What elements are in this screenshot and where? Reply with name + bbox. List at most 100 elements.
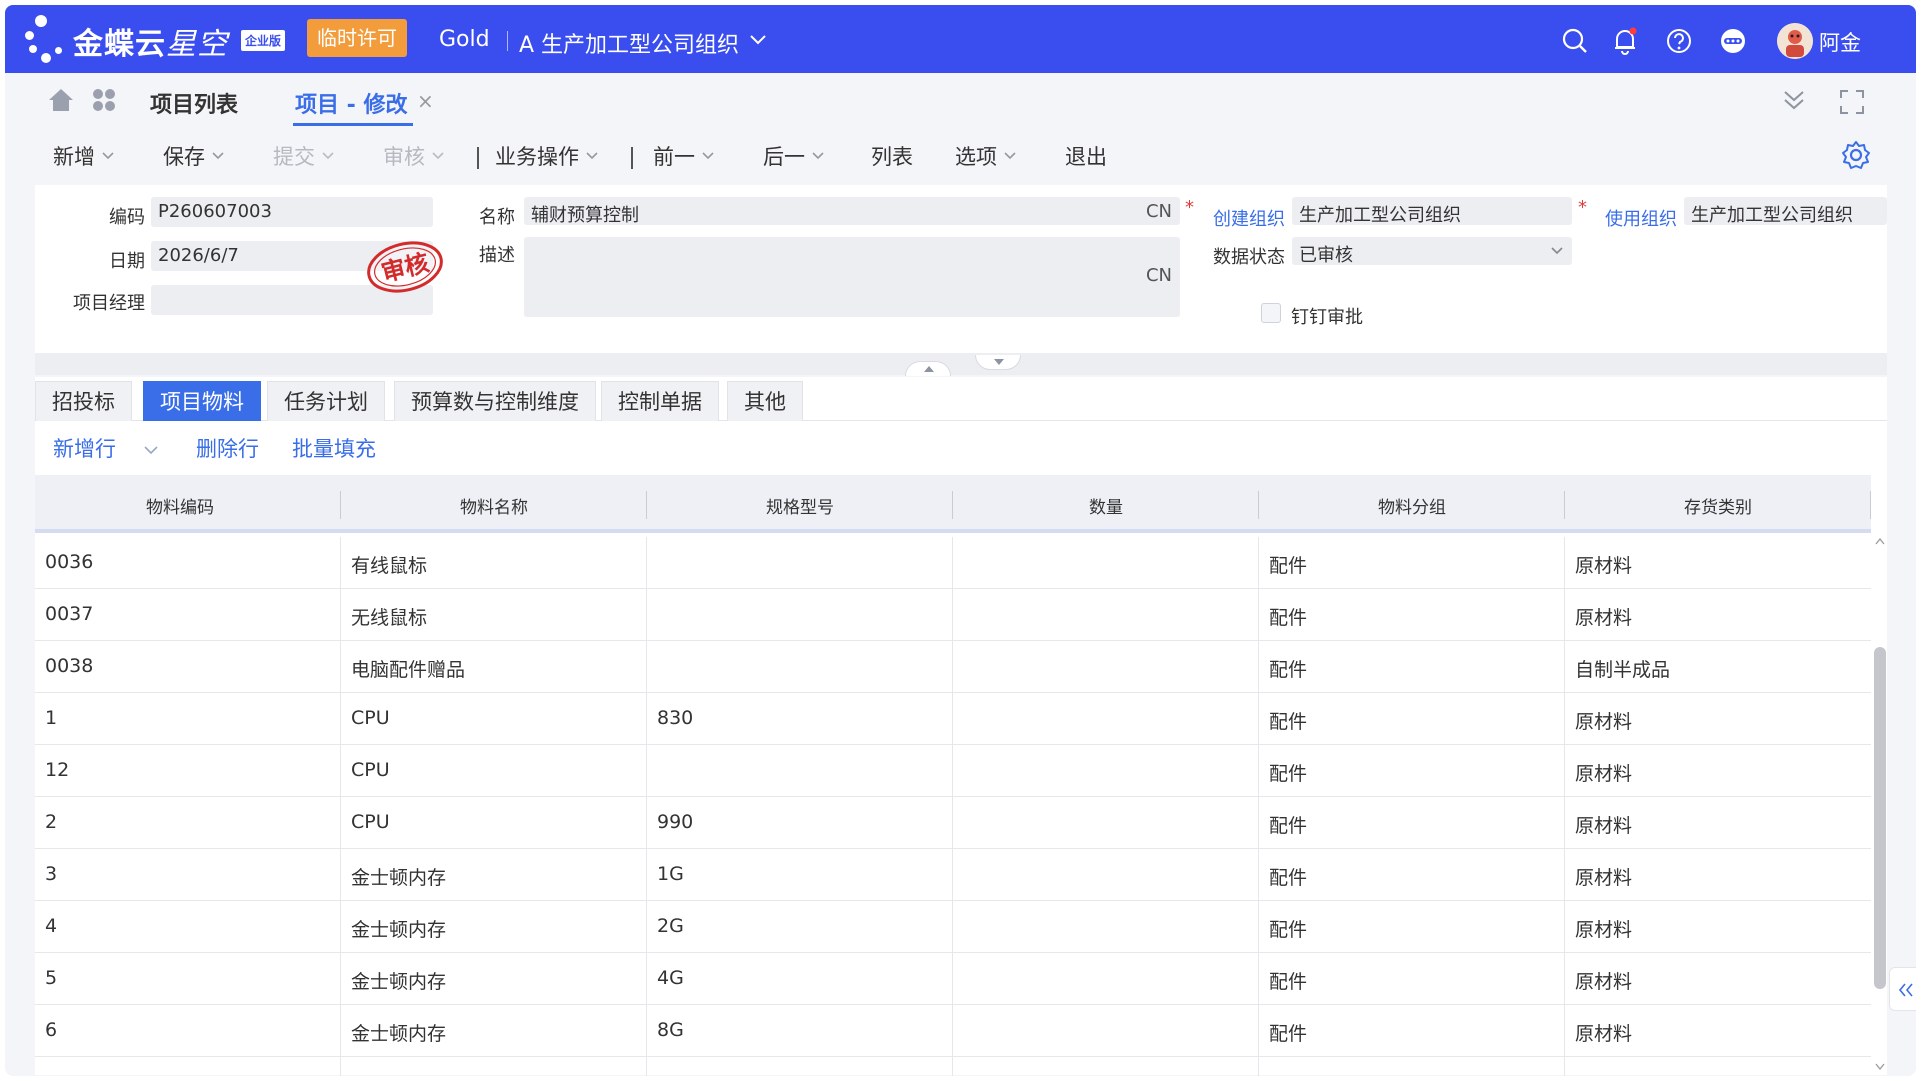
scrollbar-thumb[interactable] bbox=[1874, 647, 1886, 989]
description-field[interactable]: CN bbox=[524, 237, 1180, 317]
apps-icon[interactable] bbox=[91, 87, 117, 113]
tab-project-list[interactable]: 项目列表 bbox=[150, 87, 238, 119]
spec-cell[interactable]: 8G bbox=[657, 1019, 684, 1041]
column-header[interactable]: 存货类别 bbox=[1565, 493, 1871, 518]
previous-button[interactable]: 前一 bbox=[653, 141, 715, 171]
inventory-category-cell[interactable]: 原材料 bbox=[1575, 707, 1632, 734]
user-name[interactable]: 阿金 bbox=[1819, 27, 1861, 57]
save-button[interactable]: 保存 bbox=[163, 141, 225, 171]
inventory-category-cell[interactable]: 原材料 bbox=[1575, 915, 1632, 942]
material-group-cell[interactable]: 配件 bbox=[1269, 759, 1307, 786]
column-header[interactable]: 物料编码 bbox=[35, 493, 325, 518]
search-icon[interactable] bbox=[1561, 27, 1589, 55]
material-group-cell[interactable]: 配件 bbox=[1269, 811, 1307, 838]
chevron-down-icon[interactable] bbox=[143, 443, 159, 457]
tab-project-edit[interactable]: 项目 - 修改 bbox=[295, 87, 407, 119]
spec-cell[interactable]: 2G bbox=[657, 915, 684, 937]
table-row[interactable]: 0036 有线鼠标 配件 原材料 bbox=[35, 537, 1871, 589]
more-icon[interactable] bbox=[1719, 27, 1747, 55]
material-code-cell[interactable]: 2 bbox=[45, 811, 57, 833]
collapse-up-button[interactable] bbox=[905, 361, 951, 376]
material-group-cell[interactable]: 配件 bbox=[1269, 863, 1307, 890]
material-code-cell[interactable]: 1 bbox=[45, 707, 57, 729]
material-group-cell[interactable]: 配件 bbox=[1269, 603, 1307, 630]
language-tag[interactable]: CN bbox=[1146, 265, 1172, 286]
material-code-cell[interactable]: 3 bbox=[45, 863, 57, 885]
material-group-cell[interactable]: 配件 bbox=[1269, 551, 1307, 578]
inventory-category-cell[interactable]: 自制半成品 bbox=[1575, 655, 1670, 682]
business-operations-button[interactable]: 业务操作 bbox=[495, 141, 599, 171]
audit-button[interactable]: 审核 bbox=[383, 141, 445, 171]
tab-other[interactable]: 其他 bbox=[727, 381, 803, 421]
tab-control-documents[interactable]: 控制单据 bbox=[601, 381, 719, 421]
material-name-cell[interactable]: CPU bbox=[351, 811, 390, 833]
submit-button[interactable]: 提交 bbox=[273, 141, 335, 171]
spec-cell[interactable]: 990 bbox=[657, 811, 693, 833]
name-field[interactable]: 辅财预算控制 CN bbox=[524, 197, 1180, 226]
material-name-cell[interactable]: CPU bbox=[351, 707, 390, 729]
table-row[interactable]: 1 CPU 830 配件 原材料 bbox=[35, 693, 1871, 745]
material-code-cell[interactable]: 5 bbox=[45, 967, 57, 989]
material-name-cell[interactable]: 有线鼠标 bbox=[351, 551, 427, 578]
spec-cell[interactable]: 830 bbox=[657, 707, 693, 729]
inventory-category-cell[interactable]: 原材料 bbox=[1575, 1019, 1632, 1046]
material-group-cell[interactable]: 配件 bbox=[1269, 967, 1307, 994]
close-icon[interactable]: × bbox=[417, 89, 434, 113]
material-code-cell[interactable]: 12 bbox=[45, 759, 69, 781]
add-row-button[interactable]: 新增行 bbox=[53, 433, 116, 463]
column-header[interactable]: 规格型号 bbox=[647, 493, 953, 518]
tab-bidding[interactable]: 招投标 bbox=[35, 381, 132, 421]
spec-cell[interactable]: 4G bbox=[657, 967, 684, 989]
tab-task-plan[interactable]: 任务计划 bbox=[267, 381, 385, 421]
tab-project-materials[interactable]: 项目物料 bbox=[143, 381, 261, 421]
material-name-cell[interactable]: 金士顿内存 bbox=[351, 967, 446, 994]
batch-fill-button[interactable]: 批量填充 bbox=[292, 433, 376, 463]
material-group-cell[interactable]: 配件 bbox=[1269, 1019, 1307, 1046]
avatar[interactable] bbox=[1777, 23, 1813, 59]
material-name-cell[interactable]: 电脑配件赠品 bbox=[351, 655, 465, 682]
next-button[interactable]: 后一 bbox=[763, 141, 825, 171]
column-divider[interactable] bbox=[1870, 491, 1871, 519]
inventory-category-cell[interactable]: 原材料 bbox=[1575, 811, 1632, 838]
scroll-down-icon[interactable] bbox=[1875, 1063, 1885, 1071]
language-tag[interactable]: CN bbox=[1146, 201, 1172, 222]
options-button[interactable]: 选项 bbox=[955, 141, 1017, 171]
material-code-cell[interactable]: 0038 bbox=[45, 655, 93, 677]
create-org-label[interactable]: 创建组织 bbox=[1185, 205, 1285, 231]
table-row[interactable]: 4 金士顿内存 2G 配件 原材料 bbox=[35, 901, 1871, 953]
table-row[interactable]: 6 金士顿内存 8G 配件 原材料 bbox=[35, 1005, 1871, 1057]
use-org-field[interactable]: 生产加工型公司组织 bbox=[1684, 197, 1887, 226]
material-name-cell[interactable]: CPU bbox=[351, 759, 390, 781]
chevron-down-icon[interactable] bbox=[749, 33, 767, 47]
exit-button[interactable]: 退出 bbox=[1065, 141, 1107, 171]
column-header[interactable]: 数量 bbox=[953, 493, 1259, 518]
inventory-category-cell[interactable]: 原材料 bbox=[1575, 603, 1632, 630]
delete-row-button[interactable]: 删除行 bbox=[196, 433, 259, 463]
material-name-cell[interactable]: 金士顿内存 bbox=[351, 915, 446, 942]
material-name-cell[interactable]: 金士顿内存 bbox=[351, 1019, 446, 1046]
table-row[interactable]: 3 金士顿内存 1G 配件 原材料 bbox=[35, 849, 1871, 901]
dingding-approval-checkbox[interactable] bbox=[1261, 303, 1281, 323]
column-header[interactable]: 物料名称 bbox=[341, 493, 647, 518]
material-code-cell[interactable]: 6 bbox=[45, 1019, 57, 1041]
help-icon[interactable] bbox=[1665, 27, 1693, 55]
bell-icon[interactable] bbox=[1611, 27, 1639, 55]
tenant-name[interactable]: Gold bbox=[439, 27, 490, 52]
table-row[interactable]: 12 CPU 配件 原材料 bbox=[35, 745, 1871, 797]
data-status-select[interactable]: 已审核 bbox=[1292, 237, 1572, 266]
material-code-cell[interactable]: 0036 bbox=[45, 551, 93, 573]
table-row[interactable]: 2 CPU 990 配件 原材料 bbox=[35, 797, 1871, 849]
double-chevron-down-icon[interactable] bbox=[1781, 87, 1807, 113]
table-row[interactable]: 5 金士顿内存 4G 配件 原材料 bbox=[35, 953, 1871, 1005]
material-code-cell[interactable]: 0037 bbox=[45, 603, 93, 625]
license-badge[interactable]: 临时许可 bbox=[307, 19, 407, 57]
code-field[interactable]: P260607003 bbox=[151, 197, 433, 227]
material-group-cell[interactable]: 配件 bbox=[1269, 655, 1307, 682]
material-code-cell[interactable]: 4 bbox=[45, 915, 57, 937]
side-panel-toggle[interactable] bbox=[1889, 967, 1916, 1011]
material-name-cell[interactable]: 金士顿内存 bbox=[351, 863, 446, 890]
material-group-cell[interactable]: 配件 bbox=[1269, 915, 1307, 942]
fullscreen-icon[interactable] bbox=[1839, 89, 1865, 115]
new-button[interactable]: 新增 bbox=[53, 141, 115, 171]
column-header[interactable]: 物料分组 bbox=[1259, 493, 1565, 518]
